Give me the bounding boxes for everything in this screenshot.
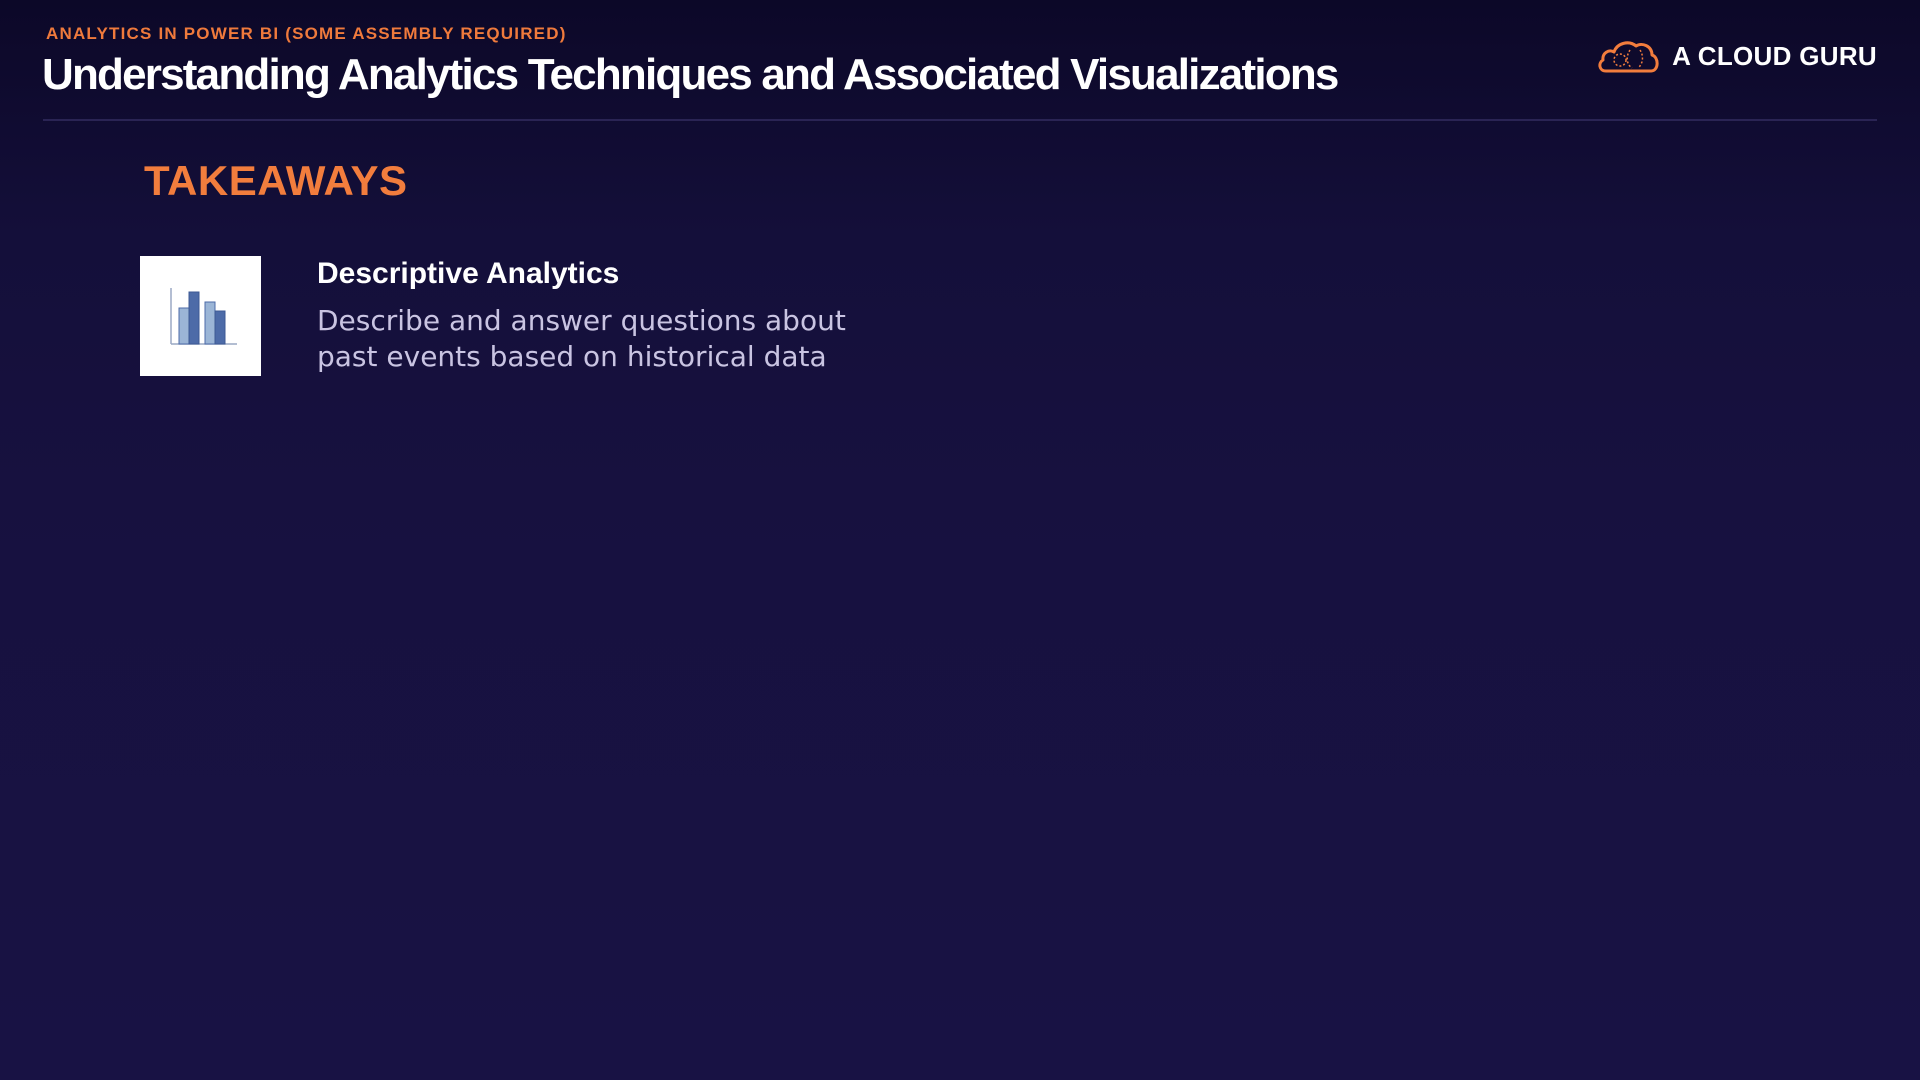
- takeaway-title: Descriptive Analytics: [317, 257, 620, 290]
- brand: A CLOUD GURU: [1596, 36, 1877, 76]
- section-heading: TAKEAWAYS: [144, 157, 408, 204]
- takeaway-item: Descriptive Analytics Describe and answe…: [140, 256, 846, 376]
- course-label: ANALYTICS IN POWER BI (SOME ASSEMBLY REQ…: [46, 24, 567, 43]
- takeaway-description-line: past events based on historical data: [317, 340, 827, 373]
- slide-title: Understanding Analytics Techniques and A…: [42, 50, 1339, 99]
- takeaway-icon-box: [140, 256, 261, 376]
- takeaway-description-line: Describe and answer questions about: [317, 304, 846, 337]
- takeaway-description: Describe and answer questions about past…: [317, 303, 846, 375]
- header-divider: [43, 119, 1877, 121]
- cloud-logo-icon: [1598, 41, 1659, 73]
- takeaway-text: Descriptive Analytics Describe and answe…: [317, 256, 846, 375]
- bar-chart-icon: [169, 288, 237, 345]
- brand-name: A CLOUD GURU: [1672, 40, 1877, 71]
